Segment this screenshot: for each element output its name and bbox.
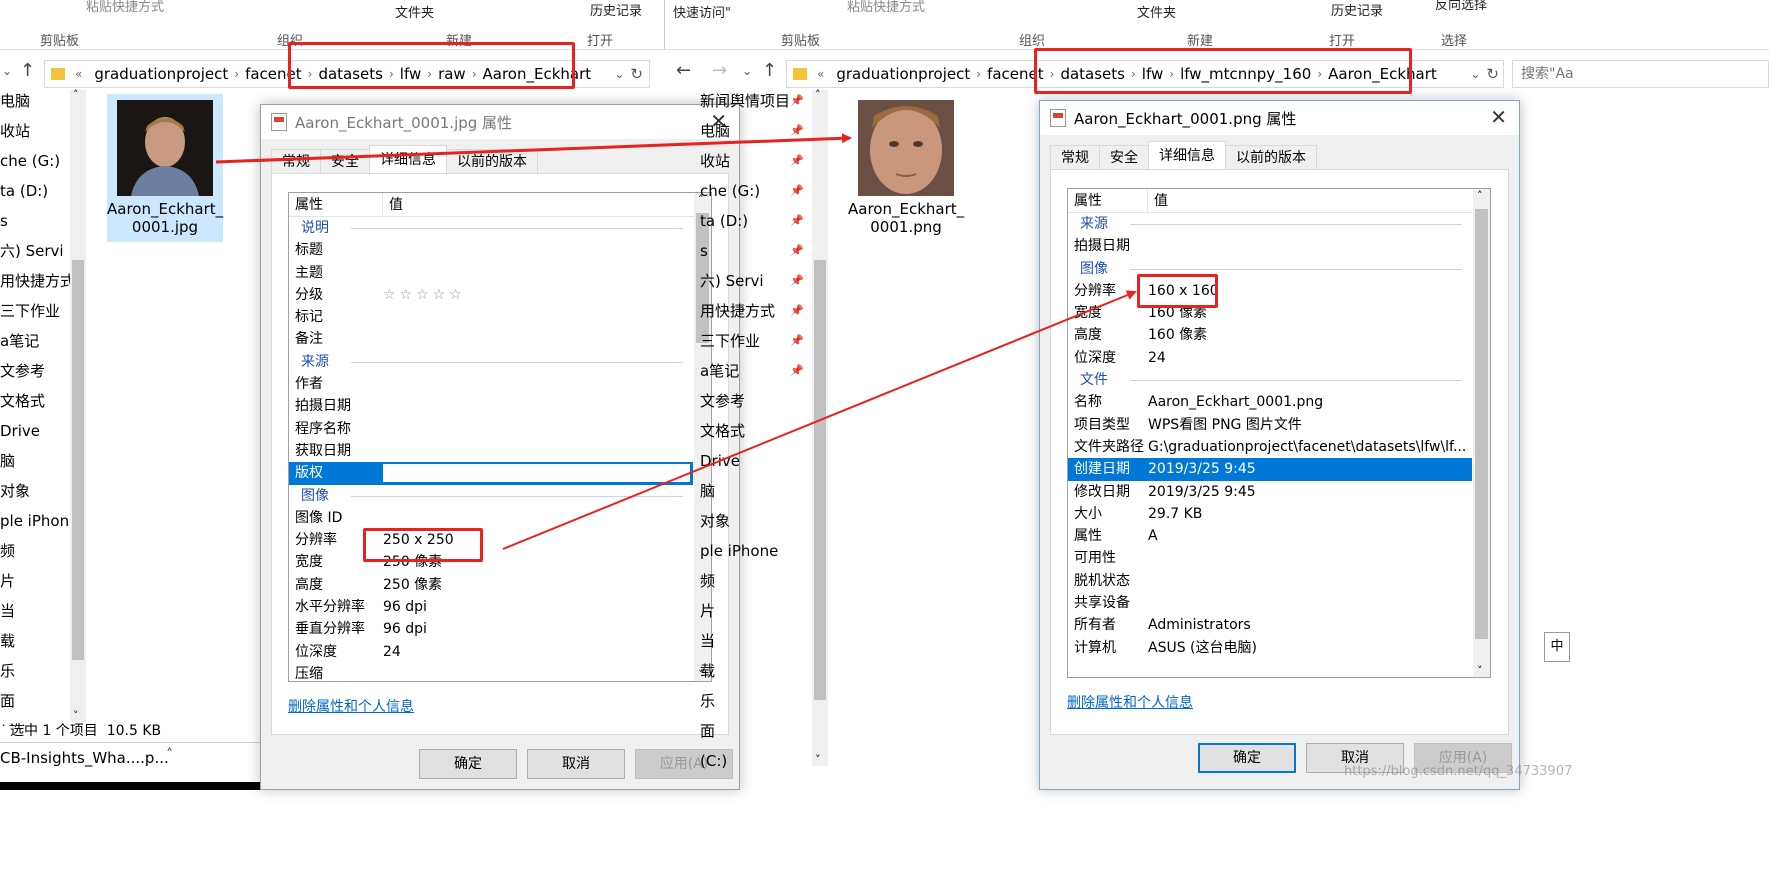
annotation-arrows	[215, 133, 1137, 550]
arrow-jpg-to-png	[215, 133, 852, 164]
arrow-resolution	[502, 290, 1137, 550]
